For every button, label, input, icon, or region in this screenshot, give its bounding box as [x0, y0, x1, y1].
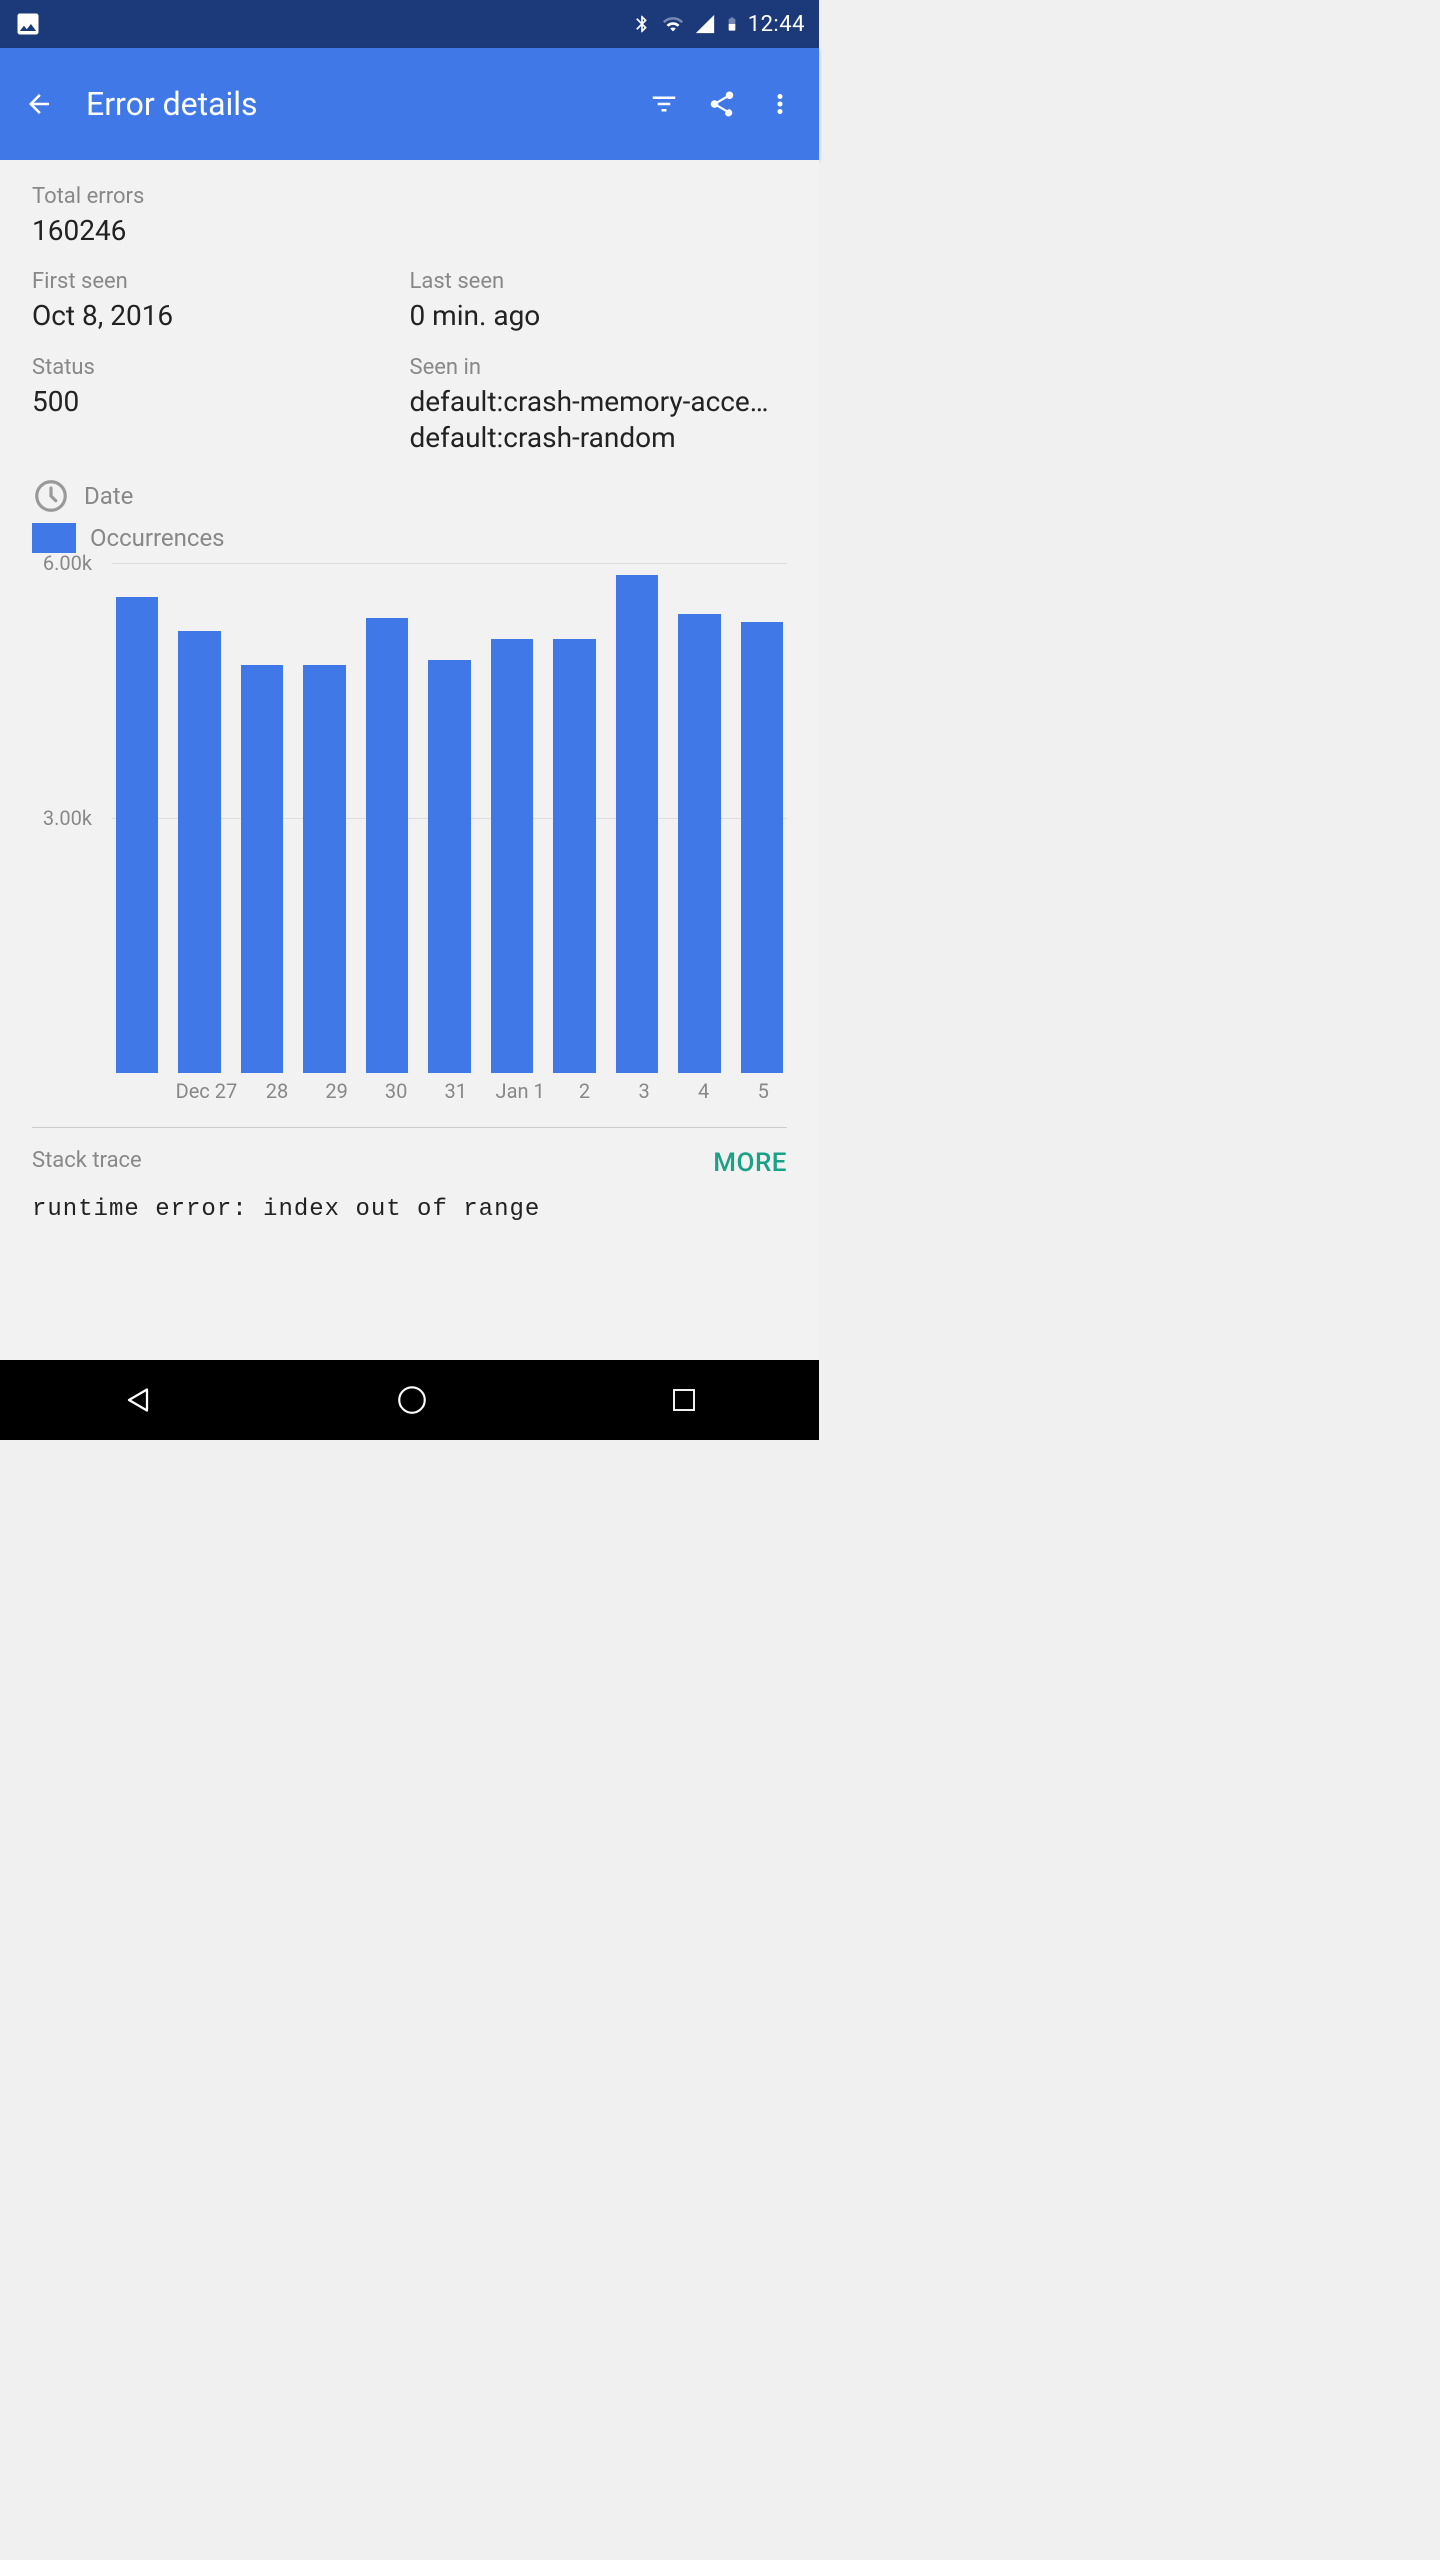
more-button[interactable]: MORE	[713, 1148, 787, 1178]
nav-home-icon[interactable]	[395, 1383, 429, 1417]
wifi-icon	[660, 13, 686, 35]
legend-date-label: Date	[84, 482, 133, 510]
clock-icon	[32, 477, 70, 515]
app-bar: Error details	[0, 48, 819, 160]
seen-in-line2: default:crash-random	[410, 420, 780, 456]
x-tick-label: 2	[565, 1079, 605, 1103]
gallery-status-icon	[14, 10, 42, 38]
chart-bar	[428, 660, 470, 1072]
filter-button[interactable]	[641, 81, 687, 127]
seen-in-label: Seen in	[410, 355, 780, 380]
x-tick-label: 5	[743, 1079, 783, 1103]
first-seen-value: Oct 8, 2016	[32, 298, 402, 334]
status-label: Status	[32, 355, 402, 380]
nav-recents-icon[interactable]	[669, 1385, 699, 1415]
x-tick-label: Dec 27	[176, 1079, 238, 1103]
main-content: Total errors 160246 First seen Oct 8, 20…	[0, 160, 819, 1360]
chart-bar	[491, 639, 533, 1073]
x-tick-label: 4	[684, 1079, 724, 1103]
last-seen-label: Last seen	[410, 269, 780, 294]
total-errors-value: 160246	[32, 213, 787, 249]
page-title: Error details	[86, 85, 629, 123]
x-tick-label: 3	[624, 1079, 664, 1103]
chart-bar	[366, 618, 408, 1073]
more-options-button[interactable]	[757, 81, 803, 127]
occurrences-chart: 3.00k6.00k Dec 2728293031Jan 12345	[32, 563, 787, 1103]
y-tick-label: 6.00k	[43, 551, 92, 575]
chart-bar	[553, 639, 595, 1073]
x-tick-label: 28	[257, 1079, 297, 1103]
legend-occurrences-swatch	[32, 523, 76, 553]
x-tick-label: 31	[436, 1079, 476, 1103]
x-tick-label: 30	[376, 1079, 416, 1103]
battery-icon	[724, 11, 740, 37]
first-seen-label: First seen	[32, 269, 402, 294]
chart-bar	[178, 631, 220, 1073]
status-time: 12:44	[748, 12, 805, 37]
x-tick-label	[116, 1079, 156, 1103]
bluetooth-icon	[632, 11, 652, 37]
chart-bar	[678, 614, 720, 1073]
total-errors-label: Total errors	[32, 184, 787, 209]
chart-bar	[303, 665, 345, 1073]
seen-in-line1: default:crash-memory-acces…	[410, 384, 780, 420]
x-tick-label: Jan 1	[496, 1079, 545, 1103]
stack-trace-line: runtime error: index out of range	[32, 1196, 787, 1223]
x-tick-label: 29	[317, 1079, 357, 1103]
chart-bar	[741, 622, 783, 1073]
chart-bar	[116, 597, 158, 1073]
chart-bar	[616, 575, 658, 1072]
legend-occurrences-label: Occurrences	[90, 524, 225, 552]
share-button[interactable]	[699, 81, 745, 127]
status-value: 500	[32, 384, 402, 420]
navigation-bar	[0, 1360, 819, 1440]
back-button[interactable]	[16, 81, 62, 127]
last-seen-value: 0 min. ago	[410, 298, 780, 334]
stack-trace-header: Stack trace	[32, 1148, 142, 1173]
status-bar: 12:44	[0, 0, 819, 48]
y-tick-label: 3.00k	[43, 806, 92, 830]
nav-back-icon[interactable]	[120, 1382, 156, 1418]
cell-icon	[694, 13, 716, 35]
section-divider	[32, 1127, 787, 1128]
chart-bar	[241, 665, 283, 1073]
